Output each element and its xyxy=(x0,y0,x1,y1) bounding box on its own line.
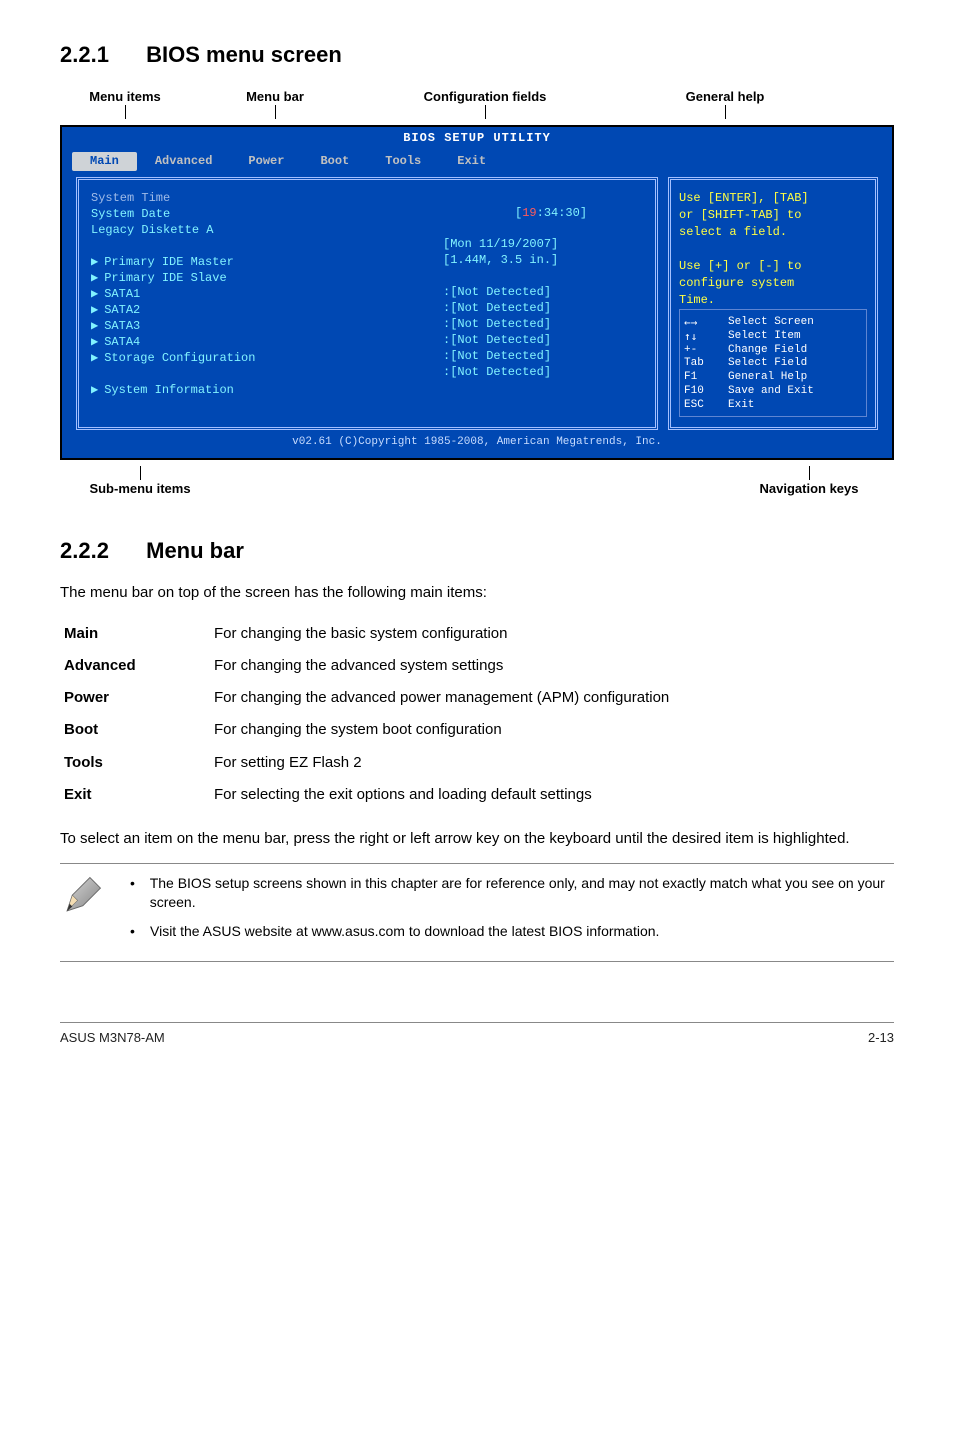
bios-left-pane: System Time System Date Legacy Diskette … xyxy=(76,177,658,430)
note-item: •The BIOS setup screens shown in this ch… xyxy=(130,874,894,912)
nav-key-row: ESCExit xyxy=(684,399,862,413)
help-line: configure system xyxy=(679,276,867,291)
section2-intro: The menu bar on top of the screen has th… xyxy=(60,583,894,603)
label-submenu-items: Sub-menu items xyxy=(89,481,190,496)
bios-right-pane: Use [ENTER], [TAB] or [SHIFT-TAB] to sel… xyxy=(668,177,878,430)
value-system-date[interactable]: [Mon 11/19/2007] xyxy=(443,237,643,252)
menubar-definitions-table: MainFor changing the basic system config… xyxy=(60,618,894,812)
tick-submenu xyxy=(140,466,141,480)
table-row: PowerFor changing the advanced power man… xyxy=(60,682,894,714)
arrows-up-down-icon: ↑↓ xyxy=(684,330,720,344)
bios-menubar: Main Advanced Power Boot Tools Exit xyxy=(62,152,892,177)
help-line: Use [+] or [-] to xyxy=(679,259,867,274)
nav-key-row: +-Change Field xyxy=(684,344,862,358)
submenu-sata2[interactable]: ▶SATA2 xyxy=(91,303,431,318)
label-menu-bar: Menu bar xyxy=(246,89,304,104)
value-sata2: :[Not Detected] xyxy=(443,333,643,348)
value-ide-slave: :[Not Detected] xyxy=(443,301,643,316)
table-row: MainFor changing the basic system config… xyxy=(60,618,894,650)
bios-body: System Time System Date Legacy Diskette … xyxy=(62,177,892,430)
nav-key-row: TabSelect Field xyxy=(684,357,862,371)
note-block: •The BIOS setup screens shown in this ch… xyxy=(60,863,894,962)
arrows-left-right-icon: ←→ xyxy=(684,316,720,330)
section2-outro: To select an item on the menu bar, press… xyxy=(60,829,894,849)
value-sata3: :[Not Detected] xyxy=(443,349,643,364)
section-title-221: BIOS menu screen xyxy=(146,42,342,67)
section-title-222: Menu bar xyxy=(146,538,244,563)
table-row: AdvancedFor changing the advanced system… xyxy=(60,650,894,682)
field-system-time[interactable]: System Time xyxy=(91,191,431,206)
tick-config-fields xyxy=(485,105,486,119)
tick-menu-bar xyxy=(275,105,276,119)
tab-advanced[interactable]: Advanced xyxy=(137,152,231,171)
table-row: ToolsFor setting EZ Flash 2 xyxy=(60,747,894,779)
value-sata1: :[Not Detected] xyxy=(443,317,643,332)
nav-key-row: ←→Select Screen xyxy=(684,316,862,330)
bios-screen: BIOS SETUP UTILITY Main Advanced Power B… xyxy=(60,125,894,460)
help-line: Use [ENTER], [TAB] xyxy=(679,191,867,206)
nav-key-row: F10Save and Exit xyxy=(684,385,862,399)
bottom-annotation-row: Sub-menu items Navigation keys xyxy=(60,466,894,498)
value-system-time[interactable]: [19:34:30] xyxy=(443,191,643,236)
help-line: Time. xyxy=(679,293,867,308)
value-legacy-diskette[interactable]: [1.44M, 3.5 in.] xyxy=(443,253,643,268)
section-heading-221: 2.2.1 BIOS menu screen xyxy=(60,40,894,70)
submenu-system-information[interactable]: ▶System Information xyxy=(91,383,431,398)
help-line: or [SHIFT-TAB] to xyxy=(679,208,867,223)
submenu-sata1[interactable]: ▶SATA1 xyxy=(91,287,431,302)
value-ide-master: :[Not Detected] xyxy=(443,285,643,300)
section-number-221: 2.2.1 xyxy=(60,40,140,70)
label-config-fields: Configuration fields xyxy=(424,89,547,104)
tab-power[interactable]: Power xyxy=(230,152,302,171)
footer-page-number: 2-13 xyxy=(868,1029,894,1047)
tab-boot[interactable]: Boot xyxy=(302,152,367,171)
label-general-help: General help xyxy=(686,89,765,104)
value-sata4: :[Not Detected] xyxy=(443,365,643,380)
label-navigation-keys: Navigation keys xyxy=(760,481,859,496)
note-item: •Visit the ASUS website at www.asus.com … xyxy=(130,922,894,941)
section-number-222: 2.2.2 xyxy=(60,536,140,566)
tick-navkeys xyxy=(809,466,810,480)
nav-key-row: ↑↓Select Item xyxy=(684,330,862,344)
bios-copyright: v02.61 (C)Copyright 1985-2008, American … xyxy=(62,430,892,450)
pencil-icon xyxy=(60,874,110,924)
table-row: ExitFor selecting the exit options and l… xyxy=(60,779,894,811)
submenu-sata3[interactable]: ▶SATA3 xyxy=(91,319,431,334)
label-menu-items: Menu items xyxy=(89,89,161,104)
help-line: select a field. xyxy=(679,225,867,240)
field-system-date[interactable]: System Date xyxy=(91,207,431,222)
tick-general-help xyxy=(725,105,726,119)
footer-product: ASUS M3N78-AM xyxy=(60,1029,165,1047)
table-row: BootFor changing the system boot configu… xyxy=(60,714,894,746)
section-heading-222: 2.2.2 Menu bar xyxy=(60,536,894,566)
tab-tools[interactable]: Tools xyxy=(367,152,439,171)
submenu-primary-ide-slave[interactable]: ▶Primary IDE Slave xyxy=(91,271,431,286)
tab-exit[interactable]: Exit xyxy=(439,152,504,171)
top-annotation-row: Menu items Menu bar Configuration fields… xyxy=(60,88,894,120)
tick-menu-items xyxy=(125,105,126,119)
nav-key-row: F1General Help xyxy=(684,371,862,385)
tab-main[interactable]: Main xyxy=(72,152,137,171)
page-footer: ASUS M3N78-AM 2-13 xyxy=(60,1022,894,1047)
nav-key-box: ←→Select Screen ↑↓Select Item +-Change F… xyxy=(679,309,867,417)
field-legacy-diskette[interactable]: Legacy Diskette A xyxy=(91,223,431,238)
bios-title: BIOS SETUP UTILITY xyxy=(62,127,892,152)
submenu-primary-ide-master[interactable]: ▶Primary IDE Master xyxy=(91,255,431,270)
submenu-sata4[interactable]: ▶SATA4 xyxy=(91,335,431,350)
submenu-storage-config[interactable]: ▶Storage Configuration xyxy=(91,351,431,366)
